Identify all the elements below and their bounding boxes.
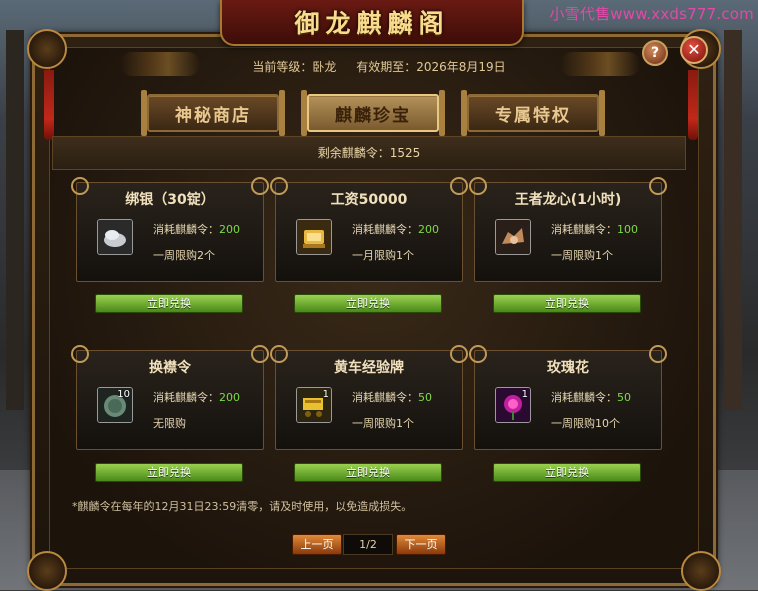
redeem-button[interactable]: 立即兑换 xyxy=(95,294,243,313)
tab-label: 麒麟珍宝 xyxy=(335,105,411,126)
item-cost: 消耗麒麟令：200 xyxy=(352,223,439,236)
item-cost: 消耗麒麟令：200 xyxy=(153,223,240,236)
item-limit: 无限购 xyxy=(153,417,186,430)
current-level: 当前等级：卧龙 xyxy=(252,60,337,74)
item-quantity: 1 xyxy=(322,389,329,400)
token-coin-icon[interactable]: 10 xyxy=(97,387,133,423)
item-card: 黄车经验牌 1 消耗麒麟令：50 一周限购1个 xyxy=(270,345,468,450)
silver-ingot-icon[interactable] xyxy=(97,219,133,255)
item-card: 换襟令 10 消耗麒麟令：200 无限购 xyxy=(71,345,269,450)
tab-exclusive-privilege[interactable]: 专属特权 xyxy=(461,90,605,136)
reset-notice: *麒麟令在每年的12月31日23:59清零，请及时使用，以免造成损失。 xyxy=(72,500,413,513)
watermark-text: 小雪代售www.xxds777.com xyxy=(549,5,754,23)
item-name: 王者龙心(1小时) xyxy=(514,192,622,208)
tab-label: 专属特权 xyxy=(495,105,571,126)
item-card: 玫瑰花 1 消耗麒麟令：50 一周限购10个 xyxy=(469,345,667,450)
redeem-button[interactable]: 立即兑换 xyxy=(95,463,243,482)
dragon-heart-icon[interactable] xyxy=(495,219,531,255)
item-name: 绑银（30锭） xyxy=(125,192,215,208)
redeem-button[interactable]: 立即兑换 xyxy=(493,463,641,482)
gold-scroll-icon[interactable] xyxy=(296,219,332,255)
expiry-date: 有效期至：2026年8月19日 xyxy=(356,60,506,74)
item-name: 玫瑰花 xyxy=(547,360,589,376)
remaining-tokens: 剩余麒麟令：1525 xyxy=(52,136,686,170)
tab-qilin-treasure[interactable]: 麒麟珍宝 xyxy=(301,90,445,136)
item-limit: 一周限购10个 xyxy=(551,417,620,430)
item-name: 黄车经验牌 xyxy=(334,360,404,376)
window-title: 御龙麒麟阁 xyxy=(294,9,450,38)
tab-label: 神秘商店 xyxy=(175,105,251,126)
window-title-banner: 御龙麒麟阁 xyxy=(220,0,524,46)
item-cost: 消耗麒麟令：50 xyxy=(352,391,432,404)
item-limit: 一周限购2个 xyxy=(153,249,215,262)
page-indicator: 1/2 xyxy=(343,534,393,555)
corner-ornament-icon xyxy=(681,551,721,591)
item-name: 换襟令 xyxy=(149,360,191,376)
corner-ornament-icon xyxy=(27,551,67,591)
rose-icon[interactable]: 1 xyxy=(495,387,531,423)
level-info: 当前等级：卧龙 有效期至：2026年8月19日 xyxy=(0,58,758,75)
item-name: 工资50000 xyxy=(330,192,408,208)
tassel-icon xyxy=(44,70,54,140)
yellow-cart-icon[interactable]: 1 xyxy=(296,387,332,423)
redeem-button[interactable]: 立即兑换 xyxy=(493,294,641,313)
prev-page-button[interactable]: 上一页 xyxy=(292,534,342,555)
redeem-button[interactable]: 立即兑换 xyxy=(294,463,442,482)
item-cost: 消耗麒麟令：50 xyxy=(551,391,631,404)
item-limit: 一周限购1个 xyxy=(352,417,414,430)
tassel-icon xyxy=(688,70,698,140)
item-quantity: 10 xyxy=(117,389,130,400)
item-limit: 一月限购1个 xyxy=(352,249,414,262)
item-quantity: 1 xyxy=(521,389,528,400)
item-card: 工资50000 消耗麒麟令：200 一月限购1个 xyxy=(270,177,468,282)
next-page-button[interactable]: 下一页 xyxy=(396,534,446,555)
item-cost: 消耗麒麟令：100 xyxy=(551,223,638,236)
item-card: 王者龙心(1小时) 消耗麒麟令：100 一周限购1个 xyxy=(469,177,667,282)
redeem-button[interactable]: 立即兑换 xyxy=(294,294,442,313)
item-limit: 一周限购1个 xyxy=(551,249,613,262)
item-card: 绑银（30锭） 消耗麒麟令：200 一周限购2个 xyxy=(71,177,269,282)
tab-mystery-shop[interactable]: 神秘商店 xyxy=(141,90,285,136)
item-cost: 消耗麒麟令：200 xyxy=(153,391,240,404)
